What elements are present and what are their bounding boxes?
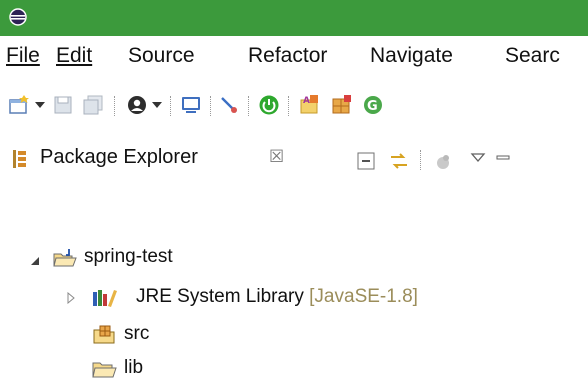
collapse-all-icon[interactable] [355, 150, 377, 172]
run-profile-icon[interactable] [126, 94, 148, 116]
debug-skip-icon[interactable] [218, 94, 240, 116]
link-with-editor-icon[interactable] [388, 150, 410, 172]
save-icon[interactable] [52, 94, 74, 116]
start-server-icon[interactable] [258, 94, 280, 116]
view-tab-bar: Package Explorer ☒ [0, 130, 588, 186]
src-label: src [124, 323, 150, 344]
eclipse-app-icon[interactable] [8, 7, 28, 27]
view-menu-icon[interactable] [470, 152, 486, 164]
package-tree: spring-test JRE System Library [JavaSE-1… [0, 186, 588, 390]
collapsed-arrow-icon[interactable] [66, 292, 76, 304]
toolbar-separator [210, 96, 211, 116]
jre-name: JRE System Library [136, 286, 304, 307]
main-toolbar: A G [0, 80, 588, 130]
toolbar-separator [288, 96, 289, 116]
run-profile-dropdown[interactable] [152, 102, 162, 108]
source-folder-icon [93, 325, 115, 344]
menu-refactor[interactable]: Refactor [248, 44, 327, 68]
java-project-icon [53, 249, 77, 267]
jre-qualifier: [JavaSE-1.8] [309, 286, 418, 307]
toolbar-separator [170, 96, 171, 116]
menu-bar: File Edit Source Refactor Navigate Searc [0, 36, 588, 80]
library-icon [93, 290, 117, 307]
close-view-icon[interactable]: ☒ [269, 147, 284, 167]
new-wizard-dropdown[interactable] [35, 102, 45, 108]
tab-package-explorer[interactable]: Package Explorer ☒ [0, 134, 300, 182]
folder-icon [92, 362, 117, 378]
menu-search[interactable]: Searc [505, 44, 560, 68]
open-type-icon[interactable]: A [298, 94, 320, 116]
viewbar-separator [420, 150, 421, 170]
project-label: spring-test [84, 246, 173, 267]
tree-item-project[interactable]: spring-test [0, 246, 588, 278]
package-explorer-icon [13, 150, 26, 168]
refresh-icon[interactable]: G [362, 94, 384, 116]
console-icon[interactable] [180, 94, 202, 116]
tree-item-lib[interactable]: lib [88, 356, 164, 384]
svg-text:A: A [303, 96, 310, 106]
view-title: Package Explorer [40, 146, 198, 168]
focus-active-task-icon[interactable] [432, 150, 454, 172]
menu-navigate[interactable]: Navigate [370, 44, 453, 68]
tree-item-jre[interactable]: JRE System Library [JavaSE-1.8] [0, 286, 588, 316]
expanded-arrow-icon[interactable] [30, 256, 40, 266]
tree-item-src[interactable]: src [0, 323, 588, 354]
menu-edit-label: Edit [56, 44, 93, 67]
jre-label: JRE System Library [JavaSE-1.8] [136, 286, 418, 308]
save-all-icon[interactable] [82, 94, 104, 116]
lib-label: lib [124, 357, 144, 378]
minimize-view-icon[interactable] [496, 154, 512, 162]
menu-source[interactable]: Source [128, 44, 195, 68]
menu-file[interactable]: File [6, 44, 40, 68]
toolbar-separator [248, 96, 249, 116]
new-package-icon[interactable] [330, 94, 352, 116]
toolbar-separator [114, 96, 115, 116]
svg-text:G: G [367, 99, 378, 114]
menu-edit[interactable]: Edit [56, 44, 92, 68]
new-wizard-icon[interactable] [8, 94, 30, 116]
window-title-bar [0, 0, 588, 36]
